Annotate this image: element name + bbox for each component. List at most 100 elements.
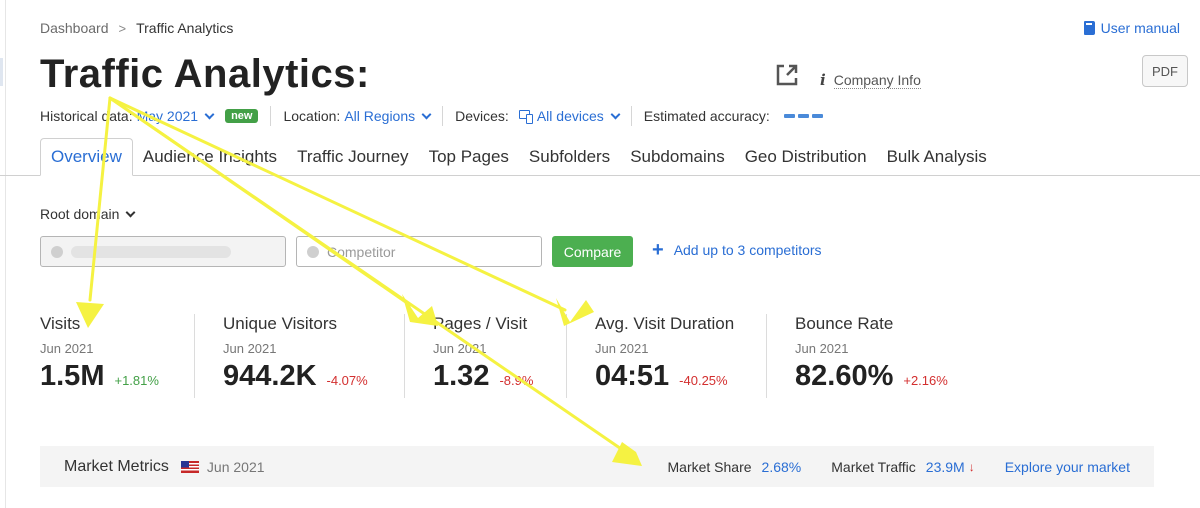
add-competitors-label: Add up to 3 competitors: [673, 242, 822, 258]
arrow-down-icon: ↓: [968, 459, 975, 474]
metric-date: Jun 2021: [223, 341, 277, 356]
location-select[interactable]: All Regions: [344, 108, 432, 124]
user-manual-label: User manual: [1100, 20, 1180, 36]
left-frame-edge: [0, 0, 6, 508]
estimated-accuracy-label: Estimated accuracy:: [643, 108, 770, 124]
devices-value: All devices: [536, 108, 604, 124]
metric-value[interactable]: 82.60%: [795, 360, 893, 393]
company-info-link[interactable]: i Company Info: [820, 71, 921, 89]
market-date: Jun 2021: [206, 458, 265, 475]
divider: [566, 314, 567, 398]
company-info-label: Company Info: [833, 71, 921, 89]
market-metrics-bar: Market Metrics Jun 2021 Market Share 2.6…: [40, 446, 1154, 487]
breadcrumb: Dashboard > Traffic Analytics: [40, 20, 233, 36]
divider: [270, 106, 272, 126]
market-metrics-title: Market Metrics: [64, 457, 169, 475]
new-badge: new: [225, 109, 259, 123]
pdf-button[interactable]: PDF: [1142, 55, 1188, 87]
tab-audience-insights[interactable]: Audience Insights: [133, 138, 287, 176]
left-edge-mark: [0, 58, 3, 86]
compare-button[interactable]: Compare: [552, 236, 633, 267]
location-label: Location:: [283, 108, 341, 124]
tab-bar: Overview Audience Insights Traffic Journ…: [40, 138, 997, 176]
metric-label: Visits: [40, 314, 81, 333]
add-competitors-link[interactable]: + Add up to 3 competitors: [652, 239, 822, 261]
devices-icon: [518, 110, 533, 124]
annotation-arrow-line: [108, 96, 567, 312]
metric-date: Jun 2021: [595, 341, 649, 356]
tab-geo-distribution[interactable]: Geo Distribution: [735, 138, 877, 176]
chevron-down-icon: [204, 109, 215, 119]
info-icon: i: [820, 71, 826, 89]
favicon-placeholder-icon: [51, 245, 63, 258]
root-domain-label: Root domain: [40, 206, 120, 222]
market-share-value[interactable]: 2.68%: [762, 459, 802, 475]
divider: [194, 314, 195, 398]
chevron-down-icon: [610, 109, 621, 119]
metric-change: -40.25%: [679, 373, 728, 388]
divider: [630, 106, 632, 126]
tab-overview[interactable]: Overview: [40, 138, 133, 176]
devices-label: Devices:: [455, 108, 509, 124]
metric-change: +1.81%: [114, 373, 159, 388]
metric-label: Avg. Visit Duration: [595, 314, 735, 333]
metric-value[interactable]: 04:51: [595, 360, 669, 393]
favicon-placeholder-icon: [307, 245, 319, 258]
metric-unique-visitors: Unique Visitors Jun 2021 944.2K -4.07%: [223, 314, 404, 400]
metric-date: Jun 2021: [795, 341, 849, 356]
tab-bulk-analysis[interactable]: Bulk Analysis: [877, 138, 997, 176]
chevron-down-icon: [421, 109, 432, 119]
metric-value[interactable]: 944.2K: [223, 360, 317, 393]
tab-traffic-journey[interactable]: Traffic Journey: [287, 138, 419, 176]
metric-change: -8.9%: [499, 373, 534, 388]
filter-bar: Historical data: May 2021 new Location: …: [40, 106, 823, 126]
blurred-domain-value: [71, 245, 231, 258]
annotation-arrow-line: [108, 96, 412, 307]
metric-bounce-rate: Bounce Rate Jun 2021 82.60% +2.16%: [795, 314, 995, 400]
competitor-input[interactable]: Competitor: [296, 236, 542, 267]
divider: [404, 314, 405, 398]
metric-label: Pages / Visit: [433, 314, 528, 333]
metric-change: +2.16%: [903, 373, 948, 388]
market-traffic-label: Market Traffic: [831, 458, 916, 475]
metric-value[interactable]: 1.5M: [40, 360, 104, 393]
historical-data-label: Historical data:: [40, 108, 133, 124]
plus-icon: +: [652, 239, 664, 261]
competitor-placeholder: Competitor: [327, 243, 396, 260]
market-share-label: Market Share: [667, 458, 752, 475]
us-flag-icon: [180, 460, 199, 473]
chevron-down-icon: [125, 207, 136, 217]
metric-label: Unique Visitors: [223, 314, 338, 333]
divider: [766, 314, 767, 398]
metric-date: Jun 2021: [433, 341, 487, 356]
accuracy-indicator: [783, 114, 823, 118]
market-stats: Market Share 2.68% Market Traffic 23.9M …: [668, 446, 1131, 487]
breadcrumb-separator: >: [118, 20, 127, 36]
devices-select[interactable]: All devices: [536, 108, 621, 124]
domain-input[interactable]: [40, 236, 286, 267]
page-title: Traffic Analytics:: [40, 52, 370, 96]
tab-subdomains[interactable]: Subdomains: [620, 138, 735, 176]
annotation-arrow-line: [88, 96, 112, 302]
location-value: All Regions: [344, 108, 416, 124]
historical-data-select[interactable]: May 2021: [136, 108, 215, 124]
root-domain-select[interactable]: Root domain: [40, 206, 136, 222]
market-traffic-value[interactable]: 23.9M: [926, 459, 965, 475]
historical-data-value: May 2021: [136, 108, 199, 124]
metric-change: -4.07%: [326, 373, 368, 388]
tab-subfolders[interactable]: Subfolders: [519, 138, 620, 176]
book-icon: [1083, 21, 1095, 35]
metrics-row: Visits Jun 2021 1.5M +1.81% Unique Visit…: [40, 314, 995, 400]
tab-top-pages[interactable]: Top Pages: [419, 138, 519, 176]
metric-value[interactable]: 1.32: [433, 360, 489, 393]
metric-pages-per-visit: Pages / Visit Jun 2021 1.32 -8.9%: [433, 314, 566, 400]
breadcrumb-current: Traffic Analytics: [136, 20, 234, 36]
breadcrumb-dashboard-link[interactable]: Dashboard: [40, 20, 109, 36]
explore-market-link[interactable]: Explore your market: [1005, 459, 1130, 475]
divider: [442, 106, 444, 126]
metric-date: Jun 2021: [40, 341, 94, 356]
user-manual-link[interactable]: User manual: [1083, 20, 1180, 36]
metric-avg-visit-duration: Avg. Visit Duration Jun 2021 04:51 -40.2…: [595, 314, 766, 400]
external-link-icon[interactable]: [774, 62, 800, 88]
metric-visits: Visits Jun 2021 1.5M +1.81%: [40, 314, 194, 400]
